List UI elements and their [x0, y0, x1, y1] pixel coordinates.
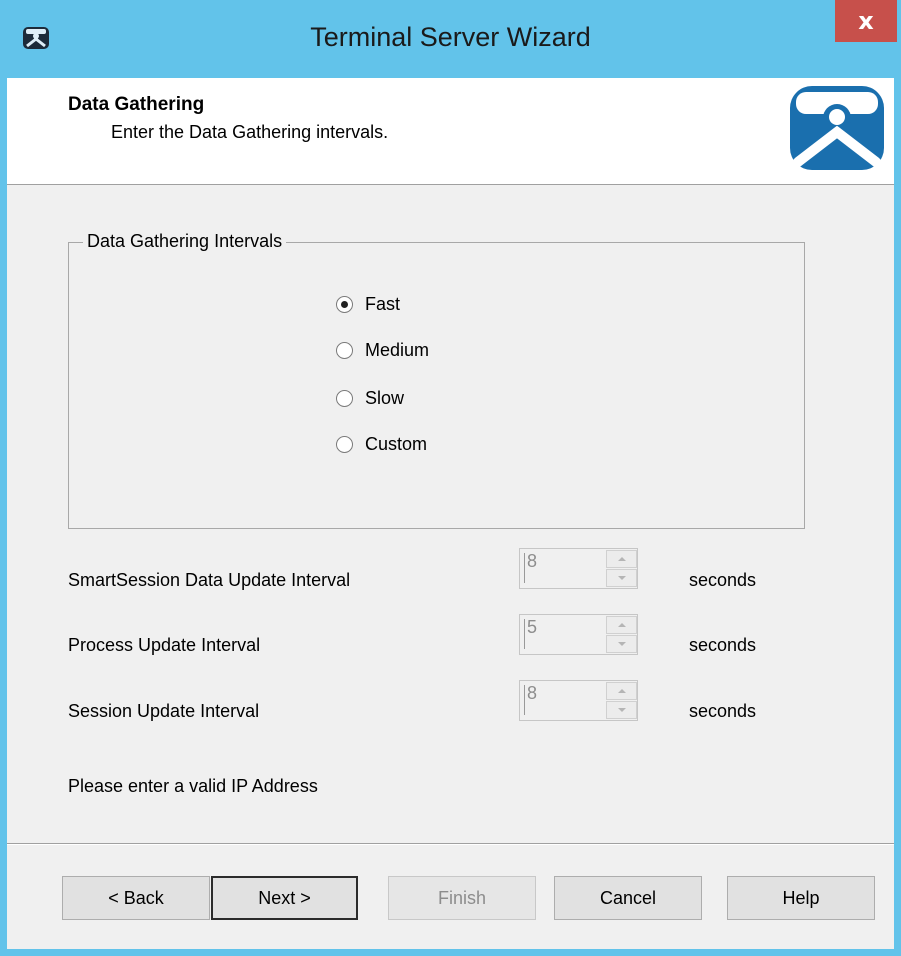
- radio-button-icon[interactable]: [336, 435, 353, 453]
- stepper-down-button[interactable]: [606, 635, 637, 653]
- unit-label: seconds: [689, 635, 757, 655]
- stepper-up-button[interactable]: [606, 616, 637, 634]
- window-title: Terminal Server Wizard: [310, 22, 591, 52]
- stepper-value[interactable]: 5: [527, 617, 537, 638]
- finish-button[interactable]: Finish: [388, 876, 536, 920]
- footer-divider: [7, 843, 894, 845]
- data-gathering-intervals-group: Data Gathering Intervals Fast Medium Slo…: [68, 231, 805, 529]
- page-subtitle: Enter the Data Gathering intervals.: [111, 122, 389, 142]
- stepper-up-button[interactable]: [606, 550, 637, 568]
- thinmanager-logo-icon: [790, 86, 884, 170]
- radio-slow[interactable]: Slow: [336, 385, 404, 411]
- radio-button-icon[interactable]: [336, 295, 353, 313]
- text-caret: [524, 619, 525, 649]
- group-legend: Data Gathering Intervals: [83, 231, 287, 252]
- radio-custom[interactable]: Custom: [336, 431, 427, 457]
- smartsession-interval-label: SmartSession Data Update Interval: [68, 570, 351, 590]
- session-interval-label: Session Update Interval: [68, 701, 260, 721]
- stepper-down-button[interactable]: [606, 701, 637, 719]
- stepper-value[interactable]: 8: [527, 551, 537, 572]
- smartsession-interval-stepper[interactable]: 8: [519, 548, 638, 589]
- validation-message: Please enter a valid IP Address: [68, 776, 318, 796]
- cancel-button[interactable]: Cancel: [554, 876, 702, 920]
- radio-fast[interactable]: Fast: [336, 291, 400, 317]
- session-interval-stepper[interactable]: 8: [519, 680, 638, 721]
- help-button[interactable]: Help: [727, 876, 875, 920]
- arrow-up-icon: [617, 689, 626, 693]
- stepper-down-button[interactable]: [606, 569, 637, 587]
- radio-button-icon[interactable]: [336, 341, 353, 359]
- process-interval-label: Process Update Interval: [68, 635, 261, 655]
- arrow-down-icon: [617, 642, 626, 646]
- unit-label: seconds: [689, 701, 757, 721]
- process-interval-stepper[interactable]: 5: [519, 614, 638, 655]
- radio-button-icon[interactable]: [336, 389, 353, 407]
- close-button[interactable]: x: [835, 0, 897, 42]
- unit-label: seconds: [689, 570, 757, 590]
- close-icon: x: [858, 7, 874, 35]
- wizard-header: Data Gathering Enter the Data Gathering …: [7, 78, 894, 185]
- arrow-up-icon: [617, 623, 626, 627]
- arrow-down-icon: [617, 576, 626, 580]
- stepper-up-button[interactable]: [606, 682, 637, 700]
- next-button[interactable]: Next >: [211, 876, 358, 920]
- stepper-value[interactable]: 8: [527, 683, 537, 704]
- radio-label: Medium: [365, 339, 430, 360]
- arrow-up-icon: [617, 557, 626, 561]
- radio-medium[interactable]: Medium: [336, 337, 429, 363]
- radio-label: Slow: [365, 387, 405, 408]
- text-caret: [524, 685, 525, 715]
- arrow-down-icon: [617, 708, 626, 712]
- radio-label: Fast: [365, 293, 401, 314]
- page-title: Data Gathering: [68, 94, 205, 115]
- radio-label: Custom: [365, 433, 428, 454]
- title-bar[interactable]: Terminal Server Wizard x: [0, 0, 901, 78]
- text-caret: [524, 553, 525, 583]
- back-button[interactable]: < Back: [62, 876, 210, 920]
- wizard-window: Terminal Server Wizard x Data Gathering …: [0, 0, 901, 956]
